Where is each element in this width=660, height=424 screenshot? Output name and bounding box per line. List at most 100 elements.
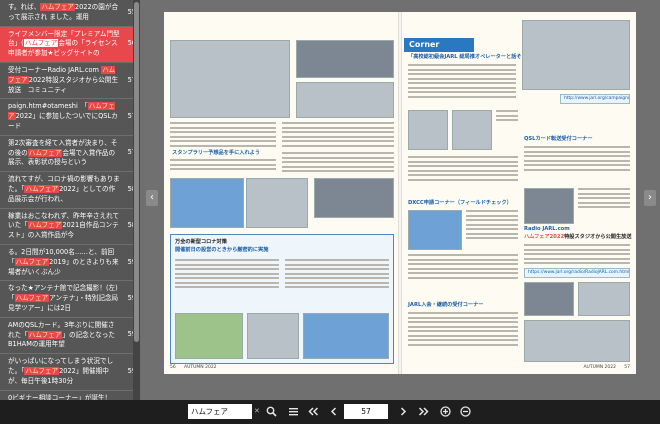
zoom-out-icon	[459, 406, 471, 417]
ebook-viewer: す。れば、ハムフェア2022の園が合って展示され ました。運用 55 ライフメンバー…	[0, 0, 660, 424]
photo-student-booth	[522, 20, 630, 90]
covid-heading: 万全の新型コロナ対策	[175, 239, 227, 245]
left-body-text-1	[170, 122, 276, 149]
left-page-number: 56	[170, 365, 176, 370]
right-page-number: 57	[624, 365, 630, 370]
search-result-text: 受付コーナーRadio JARL.com ハムフェア2022特設スタジオから公開…	[8, 65, 119, 94]
first-page-button[interactable]	[304, 401, 322, 423]
list-icon	[288, 408, 298, 416]
search-results-sidebar: す。れば、ハムフェア2022の園が合って展示され ました。運用 55 ライフメンバー…	[0, 0, 140, 400]
photo-operator-2	[452, 110, 492, 150]
right-heading-radio-jarl: Radio JARL.com	[524, 226, 570, 232]
photo-stamp-visitors	[246, 178, 308, 228]
search-input[interactable]	[188, 404, 252, 419]
search-result-item[interactable]: がいっぱいになってしまう状況でした。「ハムフェア2022」開催期中が、毎日午後1…	[0, 354, 140, 391]
left-body-text-4	[282, 152, 394, 175]
right-body-text-radio	[524, 244, 630, 267]
search-result-item[interactable]: なった★アンテナ館で記念撮影！(左)「ハムフェアアンテナ」・特別記念局見学ツアー…	[0, 281, 140, 318]
search-hit-highlight: ハムフェア	[40, 3, 75, 11]
right-body-text-dxcc-2	[408, 254, 518, 281]
search-hit-highlight: ハムフェア	[27, 221, 63, 230]
right-heading-dxcc: DXCC申請コーナー（フィールドチェック）	[408, 200, 512, 206]
prev-page-arrow[interactable]: ‹	[146, 190, 158, 206]
search-icon	[266, 406, 277, 417]
covid-measures-box: 万全の新型コロナ対策 開催前日の設営のときから厳密的に実施	[170, 234, 394, 364]
right-body-text-qsl-2	[578, 188, 630, 211]
previous-page-button[interactable]	[324, 401, 342, 423]
zoom-in-button[interactable]	[436, 401, 454, 423]
left-body-text-3	[170, 159, 276, 173]
search-result-text: る。2日間が10,000名……と、前回「ハムフェア2019」のときよりも来場者が…	[8, 247, 119, 276]
search-result-item[interactable]: ライフメンバー限定「プレミアム門型台」(ハムフェア会場の「ライセンス申請者が参加…	[0, 26, 140, 63]
photo-operator-1	[408, 110, 448, 150]
photo-thermometer	[247, 313, 299, 359]
right-body-text-1	[408, 64, 516, 100]
right-body-text-qsl	[524, 146, 630, 173]
campaign-url[interactable]: http://www.jarl.org/campaign/otameshi	[560, 94, 630, 104]
double-chevron-right-icon	[418, 407, 429, 416]
search-result-item[interactable]: 0ビギナー相談コーナー」が誕生！	[0, 391, 140, 401]
search-button[interactable]	[262, 401, 280, 423]
covid-body-text-1	[175, 259, 279, 291]
search-hit-highlight: ハムフェア	[24, 184, 60, 193]
search-result-item[interactable]: 受付コーナーRadio JARL.com ハムフェア2022特設スタジオから公開…	[0, 63, 140, 100]
right-heading-qsl: QSLカード転送受付コーナー	[524, 136, 593, 142]
search-hit-highlight: ハムフェア	[14, 257, 50, 266]
magazine-page-right[interactable]: 「高校総初級会JARL 総局推オペレーターと話そう！」コーナー http://w…	[400, 12, 636, 374]
radio-jarl-url[interactable]: https://www.jarl.org/radio/RadioJARL.com…	[524, 268, 630, 278]
photo-entry-check	[303, 313, 389, 359]
search-result-item[interactable]: す。れば、ハムフェア2022の園が合って展示され ました。運用 55	[0, 0, 140, 27]
right-heading-radio-sub: ハムフェア2022特設スタジオから公開生放送	[524, 234, 632, 240]
right-caption-operators	[496, 110, 518, 124]
photo-radio-studio	[524, 282, 574, 316]
search-hit-highlight: ハムフェア	[23, 39, 59, 48]
photo-radio-guests	[578, 282, 630, 316]
search-result-text: ライフメンバー限定「プレミアム門型台」(ハムフェア会場の「ライセンス申請者が参加…	[8, 29, 120, 58]
search-result-text: なった★アンテナ館で記念撮影！(左)「ハムフェアアンテナ」・特別記念局見学ツアー…	[8, 284, 119, 312]
clear-search-icon[interactable]: ✕	[254, 404, 262, 419]
page-number-input[interactable]	[344, 404, 388, 419]
search-hit-highlight: ハムフェア	[24, 366, 60, 375]
search-result-text: がいっぱいになってしまう状況でした。「ハムフェア2022」開催期中が、毎日午後1…	[8, 357, 114, 385]
left-heading-stamp-rally: スタンプラリー予想品を手に入れよう	[172, 150, 261, 156]
search-hit-highlight: ハムフェア	[27, 330, 63, 339]
photo-booth-crowd	[296, 40, 394, 78]
last-page-button[interactable]	[414, 401, 432, 423]
right-body-text-dxcc	[466, 210, 518, 242]
photo-membership-desk	[524, 320, 630, 362]
zoom-out-button[interactable]	[456, 401, 474, 423]
search-result-text: す。れば、ハムフェア2022の園が合って展示され ました。運用	[8, 3, 119, 21]
next-page-button[interactable]	[394, 401, 412, 423]
covid-subheading: 開催前日の設営のときから厳密的に実施	[175, 247, 269, 253]
covid-body-text-2	[285, 259, 389, 291]
double-chevron-left-icon	[307, 407, 318, 416]
search-hit-highlight: ハムフェア	[27, 148, 63, 157]
search-result-item[interactable]: 流れてすが、コロナ禍の影響もありまた。「ハムフェア2022」としての作品展示会が…	[0, 172, 140, 209]
search-result-text: 稼業はおこなわれず、昨年辛さえれていた「ハムフェア2021自作品コンテスト」の入…	[8, 211, 120, 240]
right-heading-membership: JARL入会・継続の受付コーナー	[408, 302, 484, 308]
search-result-item[interactable]: 第2次審査を経て入賞者が決まり、その後のハムフェア会場で入賞作品の展示、表彰状の…	[0, 136, 140, 173]
contents-list-button[interactable]	[284, 401, 302, 423]
photo-visitors	[296, 82, 394, 118]
photo-stamp-booth	[170, 178, 244, 228]
photo-disinfection	[175, 313, 243, 359]
book-spine	[398, 12, 402, 374]
magazine-page-left[interactable]: スタンプラリー予想品を手に入れよう 万全の新型コロナ対策 開催前日の設営のときか…	[164, 12, 400, 374]
photo-dxcc-check	[408, 210, 462, 250]
search-result-text: 第2次審査を経て入賞者が決まり、その後のハムフェア会場で入賞作品の展示、表彰状の…	[8, 138, 118, 167]
search-result-item[interactable]: る。2日間が10,000名……と、前回「ハムフェア2019」のときよりも来場者が…	[0, 245, 140, 282]
zoom-in-icon	[439, 406, 451, 417]
search-result-text: AMのQSLカード。3年ぶりに開催された「ハムフェア」の記念となったB1HAMの…	[8, 320, 115, 349]
search-result-item[interactable]: AMのQSLカード。3年ぶりに開催された「ハムフェア」の記念となったB1HAMの…	[0, 318, 140, 355]
search-result-item[interactable]: paign.htm#otameshi 「ハムフェア2022」に参加したついでにQ…	[0, 99, 140, 136]
photo-group-portrait	[170, 40, 290, 118]
search-result-text: paign.htm#otameshi 「ハムフェア2022」に参加したついでにQ…	[8, 102, 118, 130]
next-page-arrow[interactable]: ›	[644, 190, 656, 206]
sidebar-scrollbar-thumb[interactable]	[134, 2, 139, 342]
corner-label: Corner	[404, 38, 474, 52]
right-body-text-membership	[408, 312, 518, 348]
photo-qsl-desk	[524, 188, 574, 224]
left-body-text-2	[282, 122, 394, 149]
chevron-right-icon	[400, 407, 406, 416]
search-result-item[interactable]: 稼業はおこなわれず、昨年辛さえれていた「ハムフェア2021自作品コンテスト」の入…	[0, 209, 140, 245]
